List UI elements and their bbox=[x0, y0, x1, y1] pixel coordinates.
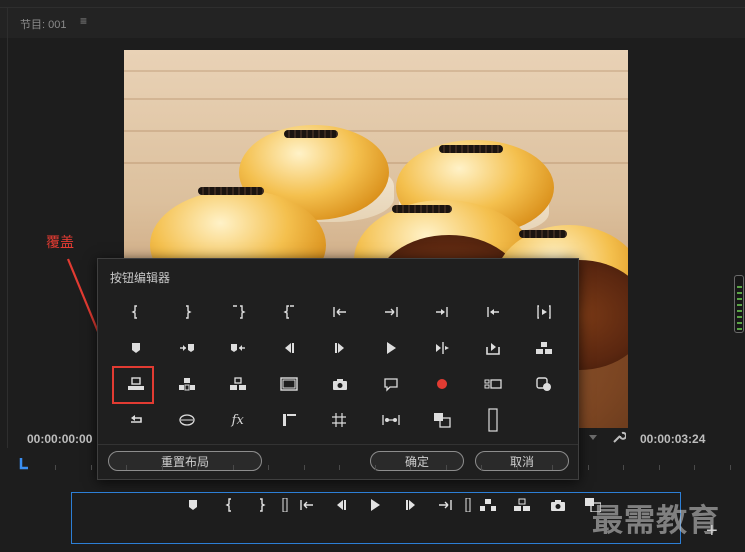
ruler-tick bbox=[481, 465, 482, 470]
transport-controls bbox=[71, 492, 681, 544]
ruler-tick bbox=[303, 465, 305, 470]
spacer-icon[interactable] bbox=[468, 402, 519, 438]
ruler-tick bbox=[587, 465, 589, 470]
go-to-previous-marker-icon[interactable] bbox=[212, 330, 263, 366]
proxy-icon[interactable] bbox=[263, 402, 314, 438]
go-to-in-icon[interactable] bbox=[297, 497, 317, 513]
ruler-tick bbox=[658, 465, 660, 470]
mark-out-icon[interactable] bbox=[251, 497, 271, 513]
add-marker-icon[interactable] bbox=[110, 330, 161, 366]
ruler-tick bbox=[374, 465, 376, 470]
ruler-tick bbox=[90, 465, 92, 470]
dialog-footer-divider bbox=[98, 444, 578, 445]
global-fx-mute-icon[interactable] bbox=[519, 366, 570, 402]
record-icon[interactable] bbox=[417, 366, 468, 402]
time-ruler[interactable] bbox=[20, 458, 745, 478]
overlay-frame-icon[interactable] bbox=[417, 402, 468, 438]
duration-timecode: 00:00:03:24 bbox=[640, 432, 706, 446]
go-to-out-icon[interactable] bbox=[365, 294, 416, 330]
comment-icon[interactable] bbox=[365, 366, 416, 402]
camera-icon[interactable] bbox=[548, 497, 568, 513]
annotation-label: 覆盖 bbox=[46, 234, 74, 250]
ruler-tick bbox=[623, 465, 624, 470]
add-marker-icon[interactable] bbox=[183, 497, 203, 513]
spacer-icon[interactable] bbox=[458, 497, 478, 513]
lift-icon[interactable] bbox=[161, 366, 212, 402]
panel-divider bbox=[7, 8, 8, 448]
overwrite-icon[interactable] bbox=[110, 366, 161, 404]
ruler-tick bbox=[268, 465, 269, 470]
ruler-tick bbox=[161, 465, 163, 470]
ruler-tick bbox=[197, 465, 198, 470]
trim-icon[interactable] bbox=[417, 330, 468, 366]
ruler-tick bbox=[339, 465, 340, 470]
go-to-next-marker-icon[interactable] bbox=[161, 330, 212, 366]
mark-in-icon[interactable] bbox=[110, 294, 161, 330]
button-icon-grid: fx bbox=[110, 294, 570, 438]
ruler-tick bbox=[232, 465, 234, 470]
loop-icon[interactable] bbox=[110, 402, 161, 438]
insert-icon[interactable] bbox=[519, 330, 570, 366]
mark-clip-in-icon[interactable] bbox=[212, 294, 263, 330]
vr-video-icon[interactable] bbox=[161, 402, 212, 438]
fx-icon[interactable]: fx bbox=[212, 402, 263, 438]
button-editor-dialog: 按钮编辑器 fx 重置布局 确定 取消 bbox=[97, 258, 579, 480]
mark-in-icon[interactable] bbox=[220, 497, 240, 513]
compare-view-icon[interactable] bbox=[365, 402, 416, 438]
ruler-tick bbox=[410, 465, 411, 470]
multicam-icon[interactable] bbox=[468, 366, 519, 402]
export-frame-icon[interactable] bbox=[468, 330, 519, 366]
watermark: 最需教育 bbox=[592, 503, 720, 539]
ruler-tick bbox=[694, 465, 695, 470]
go-to-in-icon[interactable] bbox=[314, 294, 365, 330]
safe-margins-icon[interactable] bbox=[263, 366, 314, 402]
go-to-out-icon[interactable] bbox=[435, 497, 455, 513]
camera-icon[interactable] bbox=[314, 366, 365, 402]
play-icon[interactable] bbox=[365, 497, 385, 513]
ruler-tick bbox=[445, 465, 447, 470]
extract-icon[interactable] bbox=[212, 366, 263, 402]
program-monitor-header: 节目: 001 ≡ bbox=[0, 8, 745, 38]
lift-icon[interactable] bbox=[478, 497, 498, 513]
panel-top-bar bbox=[0, 0, 745, 8]
playhead-icon[interactable] bbox=[18, 458, 30, 470]
spacer-icon[interactable] bbox=[275, 497, 295, 513]
go-to-previous-edit-icon[interactable] bbox=[468, 294, 519, 330]
ruler-tick bbox=[729, 465, 731, 470]
ruler-tick bbox=[55, 465, 56, 470]
transmit-icon[interactable] bbox=[314, 402, 365, 438]
panel-title[interactable]: 节目: 001 bbox=[20, 16, 66, 32]
audio-level-meter bbox=[734, 275, 744, 333]
dialog-title: 按钮编辑器 bbox=[110, 271, 171, 285]
step-back-icon[interactable] bbox=[331, 497, 351, 513]
mark-out-icon[interactable] bbox=[161, 294, 212, 330]
step-forward-icon[interactable] bbox=[401, 497, 421, 513]
play-in-to-out-icon[interactable] bbox=[519, 294, 570, 330]
chevron-down-icon[interactable] bbox=[586, 430, 600, 444]
ruler-tick bbox=[516, 465, 518, 470]
play-icon[interactable] bbox=[365, 330, 416, 366]
extract-icon[interactable] bbox=[512, 497, 532, 513]
step-back-icon[interactable] bbox=[263, 330, 314, 366]
step-forward-icon[interactable] bbox=[314, 330, 365, 366]
mark-clip-out-icon[interactable] bbox=[263, 294, 314, 330]
ruler-tick bbox=[552, 465, 553, 470]
current-timecode[interactable]: 00:00:00:00 bbox=[27, 432, 92, 446]
wrench-icon[interactable] bbox=[612, 430, 626, 444]
panel-menu-icon[interactable]: ≡ bbox=[80, 14, 87, 28]
go-to-next-edit-icon[interactable] bbox=[417, 294, 468, 330]
ruler-tick bbox=[126, 465, 127, 470]
